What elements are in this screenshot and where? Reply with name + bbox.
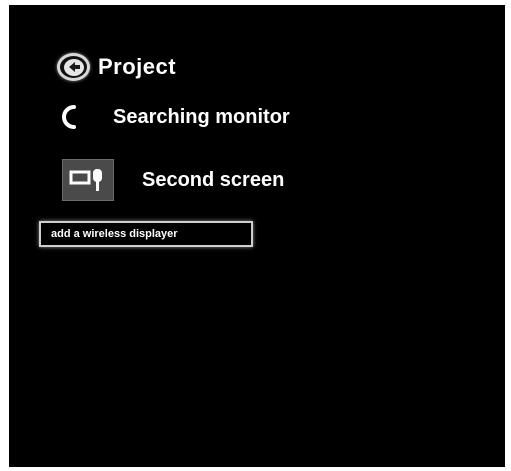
status-text: Searching monitor [113, 105, 290, 128]
second-screen-option[interactable]: Second screen [62, 157, 284, 203]
page-title: Project [98, 54, 177, 79]
add-wireless-display-button[interactable]: add a wireless displayer [39, 221, 253, 247]
monitor-projector-icon [62, 159, 114, 201]
back-button[interactable] [57, 53, 90, 81]
project-flyout: Project Searching monitor Second screen … [9, 5, 505, 467]
search-status: Searching monitor [59, 97, 290, 137]
flyout-header: Project [57, 49, 176, 85]
back-arrow-icon [63, 58, 84, 76]
loading-spinner-icon [59, 102, 79, 132]
option-label: Second screen [142, 168, 285, 191]
